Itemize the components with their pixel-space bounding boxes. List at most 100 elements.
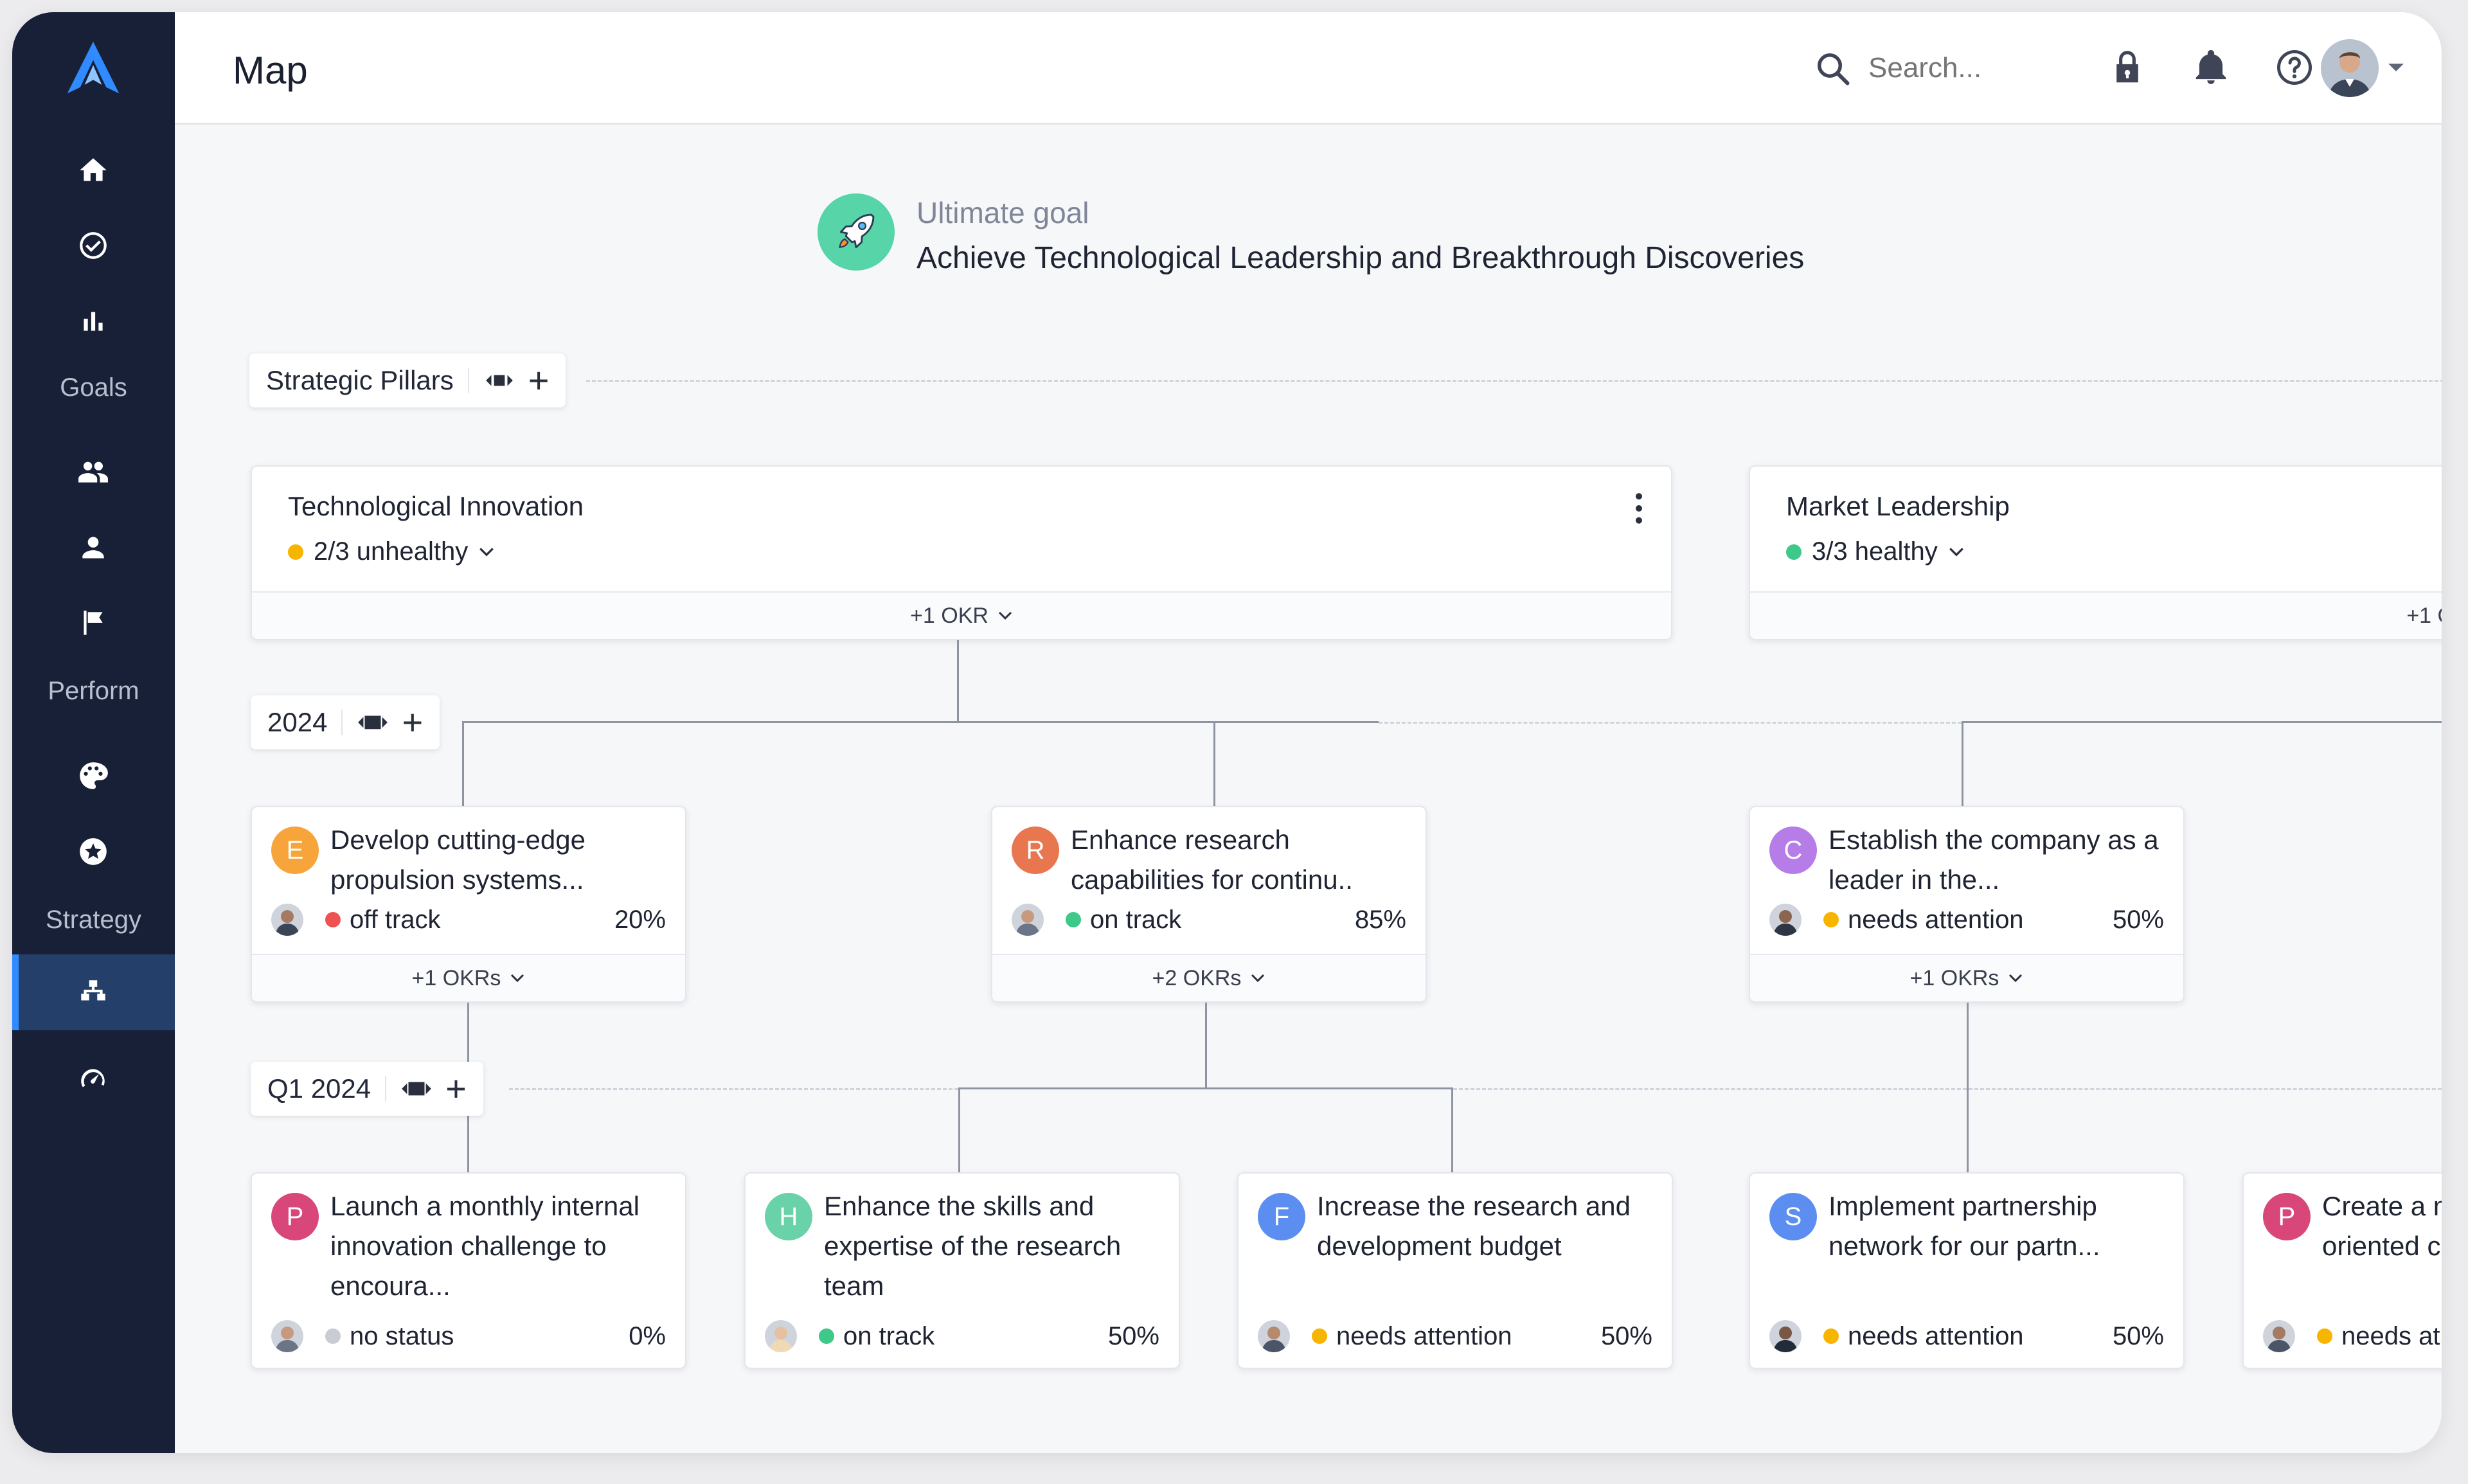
okr-progress: 0% [629,1321,666,1350]
okr-status: on track [843,1321,935,1350]
pillar-name: Technological Innovation [288,491,584,521]
connector [1451,1087,1453,1172]
person-icon[interactable] [70,524,116,571]
status-dot [1823,1328,1839,1344]
sidebar-label-perform: Perform [48,677,139,705]
search-icon[interactable] [1814,49,1852,88]
avatar [271,1320,303,1352]
okr-card[interactable]: P Launch a monthly internal innovation c… [251,1172,686,1369]
sidebar-label-goals: Goals [60,373,127,402]
connector [958,1087,960,1172]
add-okr-button[interactable]: + [402,704,423,740]
okr-card[interactable]: C Establish the company as a leader in t… [1749,806,2185,1003]
okr-title: Establish the company as a leader in the… [1829,825,2159,895]
gauge-icon[interactable] [70,1057,116,1103]
group-icon[interactable] [70,449,116,495]
level-tag-label: Q1 2024 [267,1073,371,1104]
star-icon[interactable] [70,828,116,875]
level-tag-year: 2024 + [251,695,440,749]
okr-card[interactable]: F Increase the research and development … [1237,1172,1673,1369]
pillar-health-text: 2/3 unhealthy [314,537,469,566]
okr-title: Enhance the skills and expertise of the … [824,1191,1122,1301]
okr-card[interactable]: E Develop cutting-edge propulsion system… [251,806,686,1003]
ultimate-goal-title[interactable]: Achieve Technological Leadership and Bre… [917,240,1804,276]
chevron-down-icon [2009,974,2023,983]
level-tag-label: Strategic Pillars [266,365,454,395]
level-tag-pillars: Strategic Pillars + [249,353,566,407]
org-chart-icon[interactable] [70,969,116,1015]
add-okr-button[interactable]: + [445,1071,467,1107]
pillar-card[interactable]: Technological Innovation 2/3 unhealthy +… [251,465,1672,640]
expand-okrs-button[interactable]: +1 OKR [252,591,1671,639]
help-icon[interactable] [2271,44,2318,91]
palette-icon[interactable] [70,753,116,799]
avatar [2263,1320,2295,1352]
sidebar-label-strategy: Strategy [46,906,141,934]
okr-title: Enhance research capabilities for contin… [1071,825,1353,895]
check-circle-icon[interactable] [70,222,116,269]
okr-badge: S [1769,1193,1817,1240]
okr-meta: on track 50% [765,1320,1159,1352]
expand-okrs-button[interactable]: +1 OKRs [252,954,685,1001]
connector [1962,721,1963,806]
okr-meta: no status 0% [271,1320,666,1352]
home-icon[interactable] [70,147,116,193]
connector [1967,1003,1969,1172]
okr-badge: H [765,1193,812,1240]
okr-progress: 50% [2112,905,2164,934]
expand-okrs-button[interactable]: +1 O [1750,591,2442,639]
collapse-icon[interactable] [357,706,389,738]
avatar [1012,904,1044,936]
flag-icon[interactable] [70,600,116,646]
logo-icon[interactable] [62,38,124,100]
connector [1213,721,1215,806]
okr-title: Create a m oriented cu [2322,1191,2442,1261]
okr-card[interactable]: S Implement partnership network for our … [1749,1172,2185,1369]
okr-progress: 50% [1600,1321,1652,1350]
avatar [1769,1320,1802,1352]
connector [958,1087,1453,1089]
ultimate-goal-label: Ultimate goal [917,196,1089,229]
add-pillar-button[interactable]: + [528,362,550,398]
rocket-icon [818,193,895,271]
pillar-health-text: 3/3 healthy [1812,537,1938,566]
status-dot [1066,912,1081,927]
collapse-icon[interactable] [400,1073,433,1105]
app-window: Goals Perform Strategy Map Search... Ult… [12,12,2442,1453]
okr-card[interactable]: H Enhance the skills and expertise of th… [744,1172,1180,1369]
more-options-icon[interactable] [1632,492,1645,524]
chevron-down-icon [1949,547,1963,557]
map-canvas[interactable]: Ultimate goal Achieve Technological Lead… [175,125,2442,1453]
okr-card[interactable]: P Create a m oriented cu needs at [2242,1172,2442,1369]
okr-badge: C [1769,827,1817,874]
okr-status: no status [350,1321,454,1350]
collapse-icon[interactable] [483,364,515,397]
pillar-health-dropdown[interactable]: 2/3 unhealthy [288,537,495,566]
okr-meta: needs attention 50% [1258,1320,1652,1352]
connector [462,721,1379,723]
status-dot [1312,1328,1327,1344]
connector [462,721,464,806]
search-input[interactable] [1868,52,2035,84]
okr-title: Develop cutting-edge propulsion systems.… [330,825,586,895]
sidebar: Goals Perform Strategy [12,12,175,1453]
level-tag-quarter: Q1 2024 + [251,1062,483,1116]
expand-okrs-button[interactable]: +1 OKRs [1750,954,2183,1001]
bar-chart-icon[interactable] [70,298,116,344]
okr-title: Increase the research and development bu… [1317,1191,1631,1261]
expand-okrs-button[interactable]: +2 OKRs [992,954,1426,1001]
chevron-down-icon[interactable] [2386,61,2406,74]
pillar-health-dropdown[interactable]: 3/3 healthy [1786,537,1965,566]
pillar-card[interactable]: Market Leadership 3/3 healthy +1 O [1749,465,2442,640]
okr-status: needs attention [1848,905,2024,934]
lock-icon[interactable] [2104,44,2151,91]
status-dot [1786,544,1802,560]
status-dot [819,1328,834,1344]
okr-card[interactable]: R Enhance research capabilities for cont… [991,806,1427,1003]
expand-okrs-label: +2 OKRs [1152,965,1242,990]
expand-okrs-label: +1 OKRs [1909,965,1999,990]
okr-badge: E [271,827,319,874]
bell-icon[interactable] [2188,44,2234,91]
avatar[interactable] [2321,39,2379,97]
okr-progress: 50% [1107,1321,1159,1350]
